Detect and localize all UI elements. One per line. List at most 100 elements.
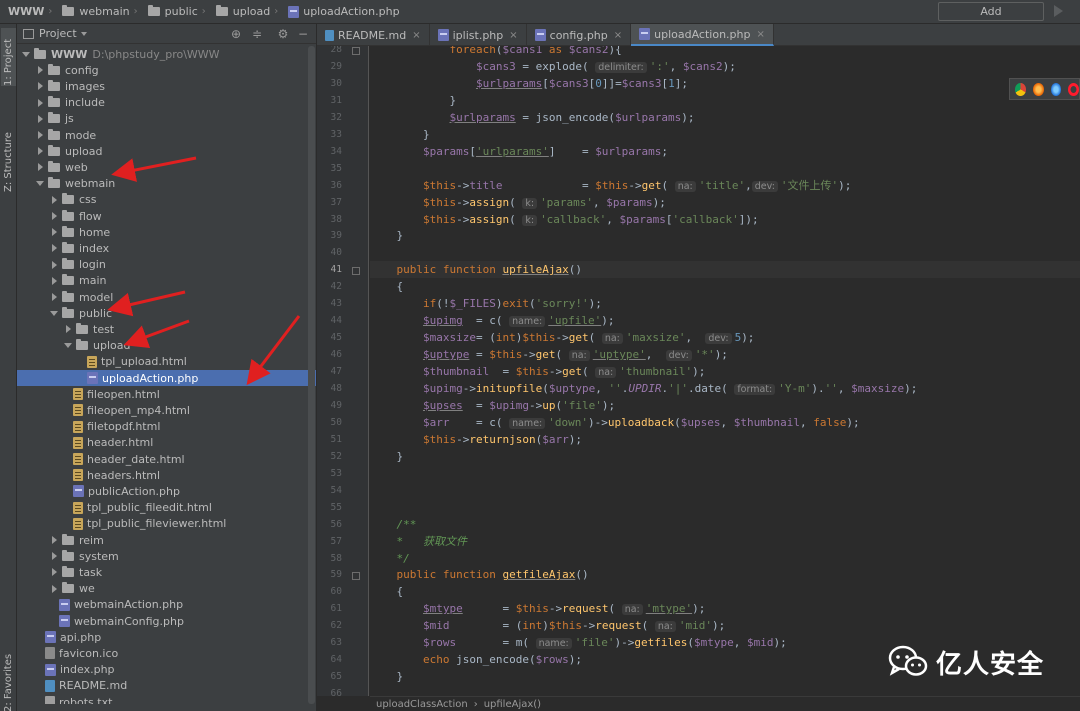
expand-arrow-icon[interactable]	[22, 51, 30, 57]
tree-file[interactable]: uploadAction.php	[17, 370, 316, 386]
editor-tab[interactable]: README.md ×	[317, 24, 430, 46]
tree-file[interactable]: filetopdf.html	[17, 419, 316, 435]
tree-folder[interactable]: webmain	[17, 176, 316, 192]
tree-folder[interactable]: upload	[17, 338, 316, 354]
tree-folder[interactable]: include	[17, 95, 316, 111]
tree-file[interactable]: header.html	[17, 435, 316, 451]
tree-folder[interactable]: css	[17, 192, 316, 208]
tree-file[interactable]: tpl_public_fileedit.html	[17, 500, 316, 516]
gear-icon[interactable]: ⚙	[277, 28, 289, 40]
tree-file[interactable]: headers.html	[17, 467, 316, 483]
tree-folder[interactable]: config	[17, 62, 316, 78]
tree-folder[interactable]: index	[17, 240, 316, 256]
tree-folder[interactable]: system	[17, 548, 316, 564]
project-view-selector[interactable]: Project	[17, 27, 87, 40]
expand-arrow-icon[interactable]	[52, 212, 57, 220]
collapse-all-icon[interactable]: ≑	[251, 28, 263, 40]
tree-folder[interactable]: test	[17, 321, 316, 337]
opera-icon[interactable]	[1068, 82, 1079, 96]
expand-arrow-icon[interactable]	[66, 325, 71, 334]
breadcrumb-item[interactable]: WWW	[0, 5, 44, 18]
expand-arrow-icon[interactable]	[38, 131, 43, 139]
expand-arrow-icon[interactable]	[52, 568, 57, 577]
tree-folder[interactable]: js	[17, 111, 316, 127]
close-icon[interactable]: ×	[614, 30, 622, 41]
collapse-arrow-icon[interactable]	[36, 181, 44, 187]
fold-marker-icon[interactable]	[352, 47, 360, 55]
breadcrumb-item[interactable]: upload	[210, 5, 270, 18]
scrollbar[interactable]	[308, 46, 315, 704]
fold-marker-icon[interactable]	[352, 572, 360, 581]
editor-tab[interactable]: config.php ×	[527, 24, 632, 46]
tree-root[interactable]: WWW D:\phpstudy_pro\WWW	[17, 46, 316, 62]
expand-arrow-icon[interactable]	[38, 82, 43, 91]
collapse-arrow-icon[interactable]	[64, 343, 72, 349]
run-icon[interactable]	[1054, 5, 1063, 17]
expand-arrow-icon[interactable]	[38, 98, 43, 107]
close-icon[interactable]: ×	[412, 30, 420, 41]
favorites-tool-tab[interactable]: 2: Favorites	[1, 644, 16, 711]
tree-folder[interactable]: public	[17, 305, 316, 321]
code-breadcrumb-item[interactable]: uploadClassAction	[376, 699, 468, 710]
fold-marker-icon[interactable]	[352, 267, 360, 276]
tree-folder[interactable]: main	[17, 273, 316, 289]
tree-file[interactable]: index.php	[17, 662, 316, 678]
tree-folder[interactable]: login	[17, 257, 316, 273]
chrome-icon[interactable]	[1015, 82, 1026, 96]
tree-folder[interactable]: web	[17, 159, 316, 175]
code-editor[interactable]: foreach($cans1 as $cans2){ $cans3 = expl…	[370, 46, 1080, 696]
expand-arrow-icon[interactable]	[52, 244, 57, 253]
tree-folder[interactable]: model	[17, 289, 316, 305]
breadcrumb-item[interactable]: uploadAction.php	[282, 5, 400, 18]
breadcrumb-separator: ›	[133, 6, 138, 17]
tree-folder[interactable]: upload	[17, 143, 316, 159]
breadcrumb-item[interactable]: webmain	[56, 5, 130, 18]
tree-folder[interactable]: images	[17, 78, 316, 94]
tree-folder[interactable]: reim	[17, 532, 316, 548]
tree-file[interactable]: api.php	[17, 629, 316, 645]
expand-arrow-icon[interactable]	[38, 66, 43, 75]
tree-folder[interactable]: flow	[17, 208, 316, 224]
expand-arrow-icon[interactable]	[52, 228, 57, 237]
tree-file[interactable]: webmainAction.php	[17, 597, 316, 613]
tree-file[interactable]: favicon.ico	[17, 645, 316, 661]
hide-panel-icon[interactable]: −	[297, 28, 309, 40]
tree-file[interactable]: tpl_public_fileviewer.html	[17, 516, 316, 532]
tree-file[interactable]: publicAction.php	[17, 483, 316, 499]
tree-file[interactable]: webmainConfig.php	[17, 613, 316, 629]
tree-file[interactable]: tpl_upload.html	[17, 354, 316, 370]
expand-arrow-icon[interactable]	[38, 147, 43, 156]
project-tool-tab[interactable]: 1: Project	[1, 28, 16, 86]
expand-arrow-icon[interactable]	[52, 276, 57, 285]
code-breadcrumb-item[interactable]: upfileAjax()	[484, 699, 541, 710]
firefox-icon[interactable]	[1032, 82, 1044, 96]
expand-arrow-icon[interactable]	[52, 552, 57, 561]
editor-tab[interactable]: uploadAction.php ×	[631, 24, 774, 46]
expand-arrow-icon[interactable]	[52, 293, 57, 301]
expand-arrow-icon[interactable]	[52, 260, 57, 269]
expand-arrow-icon[interactable]	[38, 114, 43, 123]
locate-icon[interactable]: ⊕	[230, 28, 242, 40]
expand-arrow-icon[interactable]	[52, 536, 57, 544]
tree-file[interactable]: robots.txt	[17, 694, 316, 704]
expand-arrow-icon[interactable]	[52, 584, 57, 593]
tree-file[interactable]: README.md	[17, 678, 316, 694]
add-configuration-button[interactable]: Add Configuration...	[938, 2, 1044, 35]
expand-arrow-icon[interactable]	[38, 163, 43, 172]
tree-file[interactable]: header_date.html	[17, 451, 316, 467]
close-icon[interactable]: ×	[509, 30, 517, 41]
editor-tab[interactable]: iplist.php ×	[430, 24, 527, 46]
tree-folder[interactable]: home	[17, 224, 316, 240]
tree-folder[interactable]: task	[17, 564, 316, 580]
code-token: public function	[396, 568, 503, 582]
edge-icon[interactable]	[1050, 82, 1062, 96]
tree-file[interactable]: fileopen_mp4.html	[17, 402, 316, 418]
collapse-arrow-icon[interactable]	[50, 310, 58, 316]
tree-file[interactable]: fileopen.html	[17, 386, 316, 402]
expand-arrow-icon[interactable]	[52, 195, 57, 204]
close-icon[interactable]: ×	[757, 29, 765, 40]
tree-folder[interactable]: we	[17, 581, 316, 597]
structure-tool-tab[interactable]: Z: Structure	[1, 124, 16, 192]
breadcrumb-item[interactable]: public	[142, 5, 198, 18]
tree-folder[interactable]: mode	[17, 127, 316, 143]
